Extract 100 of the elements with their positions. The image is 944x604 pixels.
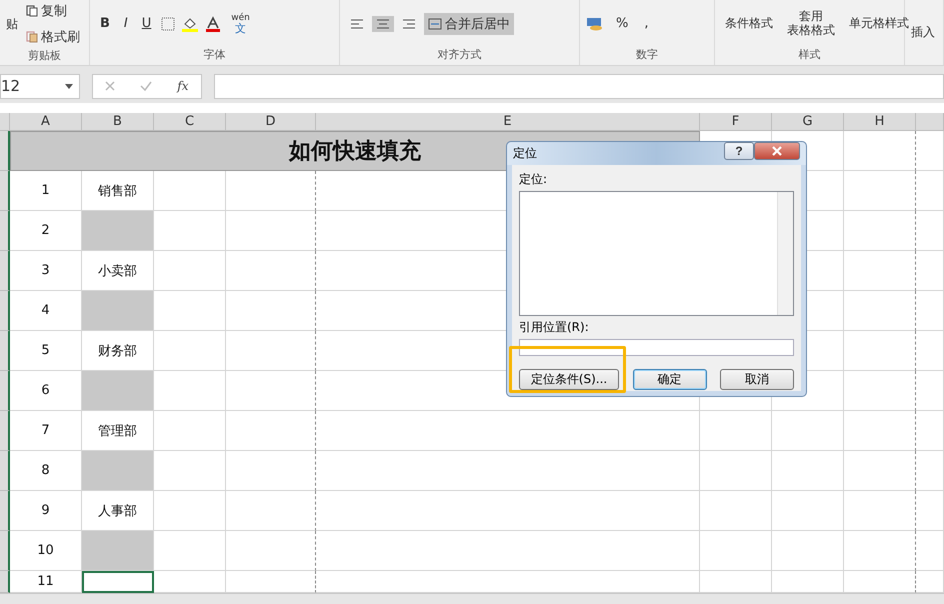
formula-input[interactable] — [214, 74, 944, 98]
column-header[interactable]: G — [772, 113, 844, 131]
currency-icon[interactable] — [586, 16, 604, 30]
table-cell: 6 — [10, 371, 82, 411]
copy-icon — [26, 5, 38, 17]
borders-icon[interactable] — [161, 16, 176, 30]
column-header[interactable]: E — [316, 113, 700, 131]
font-color-icon[interactable] — [205, 16, 222, 32]
table-cell: 10 — [10, 531, 82, 571]
table-cell — [154, 171, 226, 211]
italic-button[interactable]: I — [120, 14, 132, 33]
align-icon — [376, 18, 390, 30]
paste-label[interactable]: 贴 — [6, 16, 18, 32]
table-cell: 9 — [10, 491, 82, 531]
table-cell — [844, 491, 916, 531]
table-cell — [700, 571, 772, 593]
align-icon — [350, 18, 364, 30]
help-button[interactable]: ? — [724, 142, 754, 160]
reference-field[interactable] — [519, 339, 794, 356]
table-cell — [700, 411, 772, 451]
table-cell — [916, 131, 944, 171]
row-header[interactable] — [0, 411, 10, 451]
table-cell — [844, 331, 916, 371]
row-header[interactable] — [0, 131, 10, 171]
table-cell: 7 — [10, 411, 82, 451]
style-button[interactable]: 套用 表格格式 — [783, 8, 839, 39]
table-cell — [844, 451, 916, 491]
align-button[interactable] — [372, 16, 394, 32]
row-header[interactable] — [0, 491, 10, 531]
column-header[interactable]: A — [10, 113, 82, 131]
table-cell — [700, 491, 772, 531]
row-header[interactable] — [0, 211, 10, 251]
table-cell: 2 — [10, 211, 82, 251]
table-cell — [772, 571, 844, 593]
goto-list[interactable] — [519, 191, 794, 316]
table-cell — [916, 251, 944, 291]
row-header[interactable] — [0, 171, 10, 211]
group-label: 数字 — [635, 47, 659, 63]
table-cell: 小卖部 — [82, 251, 154, 291]
style-button[interactable]: 条件格式 — [721, 14, 777, 32]
close-button[interactable] — [754, 142, 800, 160]
cancel-button[interactable]: 取消 — [720, 369, 794, 390]
column-header[interactable]: H — [844, 113, 916, 131]
column-header[interactable]: F — [700, 113, 772, 131]
fill-color-icon[interactable] — [181, 16, 200, 32]
merge-icon — [428, 18, 442, 30]
style-button[interactable]: 单元格样式 — [845, 14, 913, 32]
row-header[interactable] — [0, 531, 10, 571]
table-cell: 财务部 — [82, 331, 154, 371]
table-cell: 8 — [10, 451, 82, 491]
bold-button[interactable]: B — [96, 14, 114, 33]
row-header[interactable] — [0, 251, 10, 291]
table-cell — [154, 571, 226, 593]
group-label: 剪贴板 — [27, 48, 62, 64]
table-cell — [154, 291, 226, 331]
table-cell — [844, 171, 916, 211]
table-cell — [154, 531, 226, 571]
name-box[interactable]: 12 — [0, 74, 80, 98]
row-header[interactable] — [0, 291, 10, 331]
dropdown-icon — [65, 84, 73, 88]
format-painter-button[interactable]: 格式刷 — [22, 26, 84, 48]
row-header[interactable] — [0, 571, 10, 593]
table-cell: 11 — [10, 571, 82, 593]
insert-button[interactable]: 插入 — [911, 24, 935, 41]
table-cell — [772, 411, 844, 451]
table-cell — [916, 211, 944, 251]
copy-button[interactable]: 复制 — [22, 0, 84, 22]
table-cell: 管理部 — [82, 411, 154, 451]
row-header[interactable] — [0, 371, 10, 411]
table-cell: 5 — [10, 331, 82, 371]
check-icon[interactable] — [140, 81, 152, 91]
table-cell — [700, 451, 772, 491]
scrollbar[interactable] — [777, 192, 793, 315]
align-icon — [402, 18, 416, 30]
column-header[interactable]: D — [226, 113, 316, 131]
merge-center-button[interactable]: 合并后居中 — [424, 12, 514, 34]
table-cell — [844, 131, 916, 171]
ok-button[interactable]: 确定 — [632, 369, 706, 390]
table-cell — [844, 371, 916, 411]
comma-button[interactable]: , — [640, 14, 652, 33]
phonetic-button[interactable]: wén 文 — [227, 12, 254, 36]
insert-function-button[interactable]: fx — [177, 79, 189, 93]
table-cell — [844, 251, 916, 291]
row-header[interactable] — [0, 331, 10, 371]
special-button[interactable]: 定位条件(S)... — [519, 369, 619, 390]
table-cell — [916, 411, 944, 451]
percent-button[interactable]: % — [612, 14, 632, 33]
table-cell — [916, 171, 944, 211]
column-header[interactable]: B — [82, 113, 154, 131]
brush-icon — [26, 31, 38, 43]
table-cell — [916, 371, 944, 411]
row-header[interactable] — [0, 451, 10, 491]
table-cell — [844, 411, 916, 451]
column-header[interactable]: C — [154, 113, 226, 131]
table-cell: 3 — [10, 251, 82, 291]
underline-button[interactable]: U — [138, 14, 156, 33]
table-cell — [154, 451, 226, 491]
table-cell — [772, 491, 844, 531]
table-cell — [916, 531, 944, 571]
table-cell — [916, 451, 944, 491]
